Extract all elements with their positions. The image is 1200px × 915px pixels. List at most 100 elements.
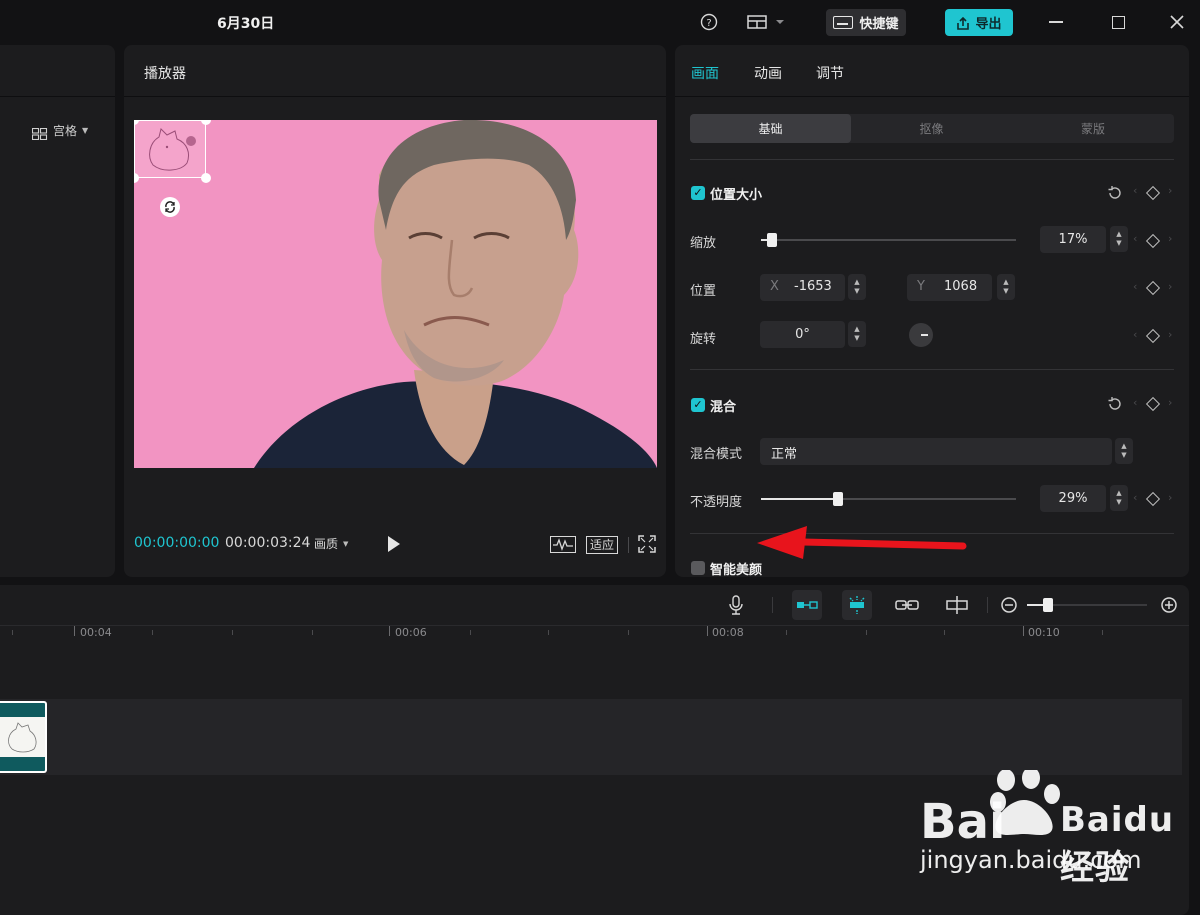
prev-keyframe-icon[interactable]: ‹ — [1133, 280, 1137, 293]
blend-mode-select[interactable]: 正常 — [760, 438, 1112, 465]
zoom-out-icon[interactable] — [1000, 596, 1018, 614]
opacity-stepper[interactable]: ▲ ▼ — [1110, 485, 1128, 511]
timeline-track[interactable] — [0, 699, 1182, 775]
maximize-icon[interactable] — [1110, 14, 1126, 30]
position-y-stepper[interactable]: ▲ ▼ — [997, 274, 1015, 300]
timeline-ruler[interactable]: 00:04 00:06 00:08 00:10 — [0, 626, 1189, 644]
rotate-stepper[interactable]: ▲ ▼ — [848, 321, 866, 347]
minimize-icon[interactable] — [1048, 14, 1064, 30]
keyframe-icon[interactable] — [1145, 328, 1161, 344]
next-keyframe-icon[interactable]: › — [1168, 232, 1172, 245]
next-keyframe-icon[interactable]: › — [1168, 328, 1172, 341]
tab-adjust[interactable]: 调节 — [816, 63, 844, 83]
divider-line — [628, 537, 629, 553]
x-axis-label: X — [770, 279, 779, 294]
layout-icon[interactable] — [746, 13, 788, 31]
position-label: 位置 — [690, 284, 717, 299]
position-y-input[interactable]: Y 1068 — [907, 274, 992, 301]
fit-button[interactable]: 适应 — [586, 536, 618, 554]
opacity-slider-knob[interactable] — [833, 492, 843, 506]
player-title: 播放器 — [144, 66, 186, 82]
scale-input[interactable]: 17% — [1040, 226, 1106, 253]
zoom-slider-knob[interactable] — [1043, 598, 1053, 612]
scale-slider-knob[interactable] — [767, 233, 777, 247]
quality-dropdown[interactable]: 画质 ▼ — [314, 535, 348, 552]
media-panel: 宫格 ▼ — [0, 45, 115, 577]
subtab-mask[interactable]: 蒙版 — [1012, 114, 1174, 143]
player-header: 播放器 — [124, 45, 666, 97]
subtab-basic[interactable]: 基础 — [690, 114, 851, 143]
sticker-clip[interactable] — [0, 701, 47, 773]
reset-icon[interactable] — [1107, 396, 1123, 412]
auto-snap-icon[interactable] — [842, 590, 872, 620]
link-icon[interactable] — [895, 597, 919, 613]
prev-keyframe-icon[interactable]: ‹ — [1133, 328, 1137, 341]
sticker-cat-image — [149, 128, 196, 171]
selection-handle[interactable] — [201, 173, 211, 183]
keyframe-icon[interactable] — [1145, 280, 1161, 296]
keyframe-icon[interactable] — [1145, 491, 1161, 507]
waveform-icon[interactable] — [550, 536, 576, 553]
scale-value: 17% — [1058, 232, 1088, 247]
tab-animation[interactable]: 动画 — [754, 63, 782, 83]
svg-text:Bai: Bai — [920, 794, 1005, 850]
opacity-input[interactable]: 29% — [1040, 485, 1106, 512]
prev-keyframe-icon[interactable]: ‹ — [1133, 184, 1137, 197]
scale-slider[interactable] — [761, 233, 1016, 247]
video-frame[interactable] — [134, 120, 657, 468]
tab-picture[interactable]: 画面 — [691, 63, 719, 83]
next-keyframe-icon[interactable]: › — [1168, 491, 1172, 504]
rotate-input[interactable]: 0° — [760, 321, 845, 348]
transform-section-title: 位置大小 — [710, 188, 763, 203]
prev-keyframe-icon[interactable]: ‹ — [1133, 491, 1137, 504]
ruler-tick-label: 00:10 — [1028, 626, 1060, 639]
close-icon[interactable] — [1168, 13, 1186, 31]
subtab-keying[interactable]: 抠像 — [851, 114, 1012, 143]
blend-section-title: 混合 — [710, 400, 737, 415]
player-panel: 播放器 00:00:00:00 00:00:03:24 画质 ▼ 适应 — [124, 45, 666, 577]
red-arrow-annotation — [757, 526, 967, 559]
subtab-bar: 基础 抠像 蒙版 — [690, 114, 1174, 143]
keyframe-icon[interactable] — [1145, 396, 1161, 412]
zoom-in-icon[interactable] — [1160, 596, 1178, 614]
ruler-tick-label: 00:04 — [80, 626, 112, 639]
main-track-magnet-icon[interactable] — [792, 590, 822, 620]
baidu-watermark: Bai Baidu经验 jingyan.baidu.com — [920, 770, 1190, 888]
keyframe-icon[interactable] — [1145, 233, 1161, 249]
microphone-icon[interactable] — [728, 595, 744, 615]
beauty-checkbox[interactable] — [691, 561, 705, 575]
prev-keyframe-icon[interactable]: ‹ — [1133, 396, 1137, 409]
next-keyframe-icon[interactable]: › — [1168, 280, 1172, 293]
scale-stepper[interactable]: ▲ ▼ — [1110, 226, 1128, 252]
blend-mode-stepper[interactable]: ▲ ▼ — [1115, 438, 1133, 464]
opacity-label: 不透明度 — [690, 495, 743, 510]
rotate-dial-icon[interactable] — [909, 323, 933, 347]
next-keyframe-icon[interactable]: › — [1168, 396, 1172, 409]
grid-layout-label: 宫格 — [53, 124, 78, 138]
position-x-input[interactable]: X -1653 — [760, 274, 845, 301]
preview-axis-icon[interactable] — [945, 595, 969, 615]
sticker-overlay[interactable] — [134, 120, 206, 178]
blend-checkbox[interactable]: ✓ — [691, 398, 705, 412]
help-icon[interactable]: ? — [700, 13, 718, 31]
fullscreen-icon[interactable] — [638, 535, 656, 553]
opacity-slider[interactable] — [761, 492, 1016, 506]
play-icon[interactable] — [388, 536, 400, 552]
project-title: 6月30日 — [217, 16, 275, 32]
transform-checkbox[interactable]: ✓ — [691, 186, 705, 200]
export-button[interactable]: 导出 — [945, 9, 1013, 36]
opacity-value: 29% — [1058, 491, 1088, 506]
keyframe-icon[interactable] — [1145, 185, 1161, 201]
rotate-handle-icon[interactable] — [160, 197, 180, 217]
prev-keyframe-icon[interactable]: ‹ — [1133, 232, 1137, 245]
shortcut-label: 快捷键 — [859, 17, 899, 32]
position-x-stepper[interactable]: ▲ ▼ — [848, 274, 866, 300]
blend-mode-value: 正常 — [771, 447, 798, 462]
reset-icon[interactable] — [1107, 185, 1123, 201]
zoom-slider[interactable] — [1027, 598, 1147, 612]
next-keyframe-icon[interactable]: › — [1168, 184, 1172, 197]
divider — [690, 369, 1174, 370]
grid-layout-dropdown[interactable]: 宫格 ▼ — [31, 122, 88, 140]
shortcut-button[interactable]: 快捷键 — [826, 9, 906, 36]
inspector-tabs: 画面 动画 调节 — [675, 45, 1189, 97]
